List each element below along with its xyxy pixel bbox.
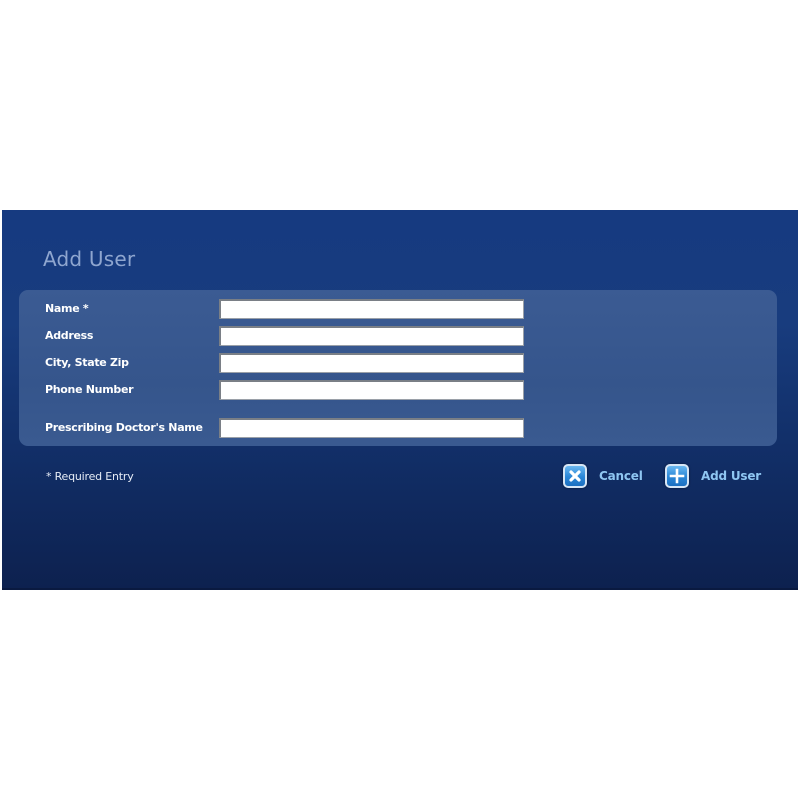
close-icon[interactable] bbox=[563, 464, 587, 488]
required-entry-note: * Required Entry bbox=[46, 470, 134, 483]
phone-number-label: Phone Number bbox=[45, 383, 134, 396]
prescribing-doctor-label: Prescribing Doctor's Name bbox=[45, 421, 203, 434]
add-user-label[interactable]: Add User bbox=[701, 469, 761, 483]
plus-icon[interactable] bbox=[665, 464, 689, 488]
name-label: Name * bbox=[45, 302, 89, 315]
cancel-label[interactable]: Cancel bbox=[599, 469, 643, 483]
phone-number-input[interactable] bbox=[219, 380, 524, 400]
user-form: Name * Address City, State Zip Phone Num… bbox=[19, 290, 777, 446]
prescribing-doctor-input[interactable] bbox=[219, 418, 524, 438]
name-input[interactable] bbox=[219, 299, 524, 319]
add-user-button[interactable]: Add User bbox=[665, 462, 761, 490]
form-row-prescribing-doctor: Prescribing Doctor's Name bbox=[19, 418, 777, 440]
form-row-phone-number: Phone Number bbox=[19, 380, 777, 402]
form-row-address: Address bbox=[19, 326, 777, 348]
dialog-title: Add User bbox=[43, 247, 136, 271]
cancel-button[interactable]: Cancel bbox=[563, 462, 643, 490]
form-row-name: Name * bbox=[19, 299, 777, 321]
address-input[interactable] bbox=[219, 326, 524, 346]
address-label: Address bbox=[45, 329, 94, 342]
form-row-city-state-zip: City, State Zip bbox=[19, 353, 777, 375]
city-state-zip-label: City, State Zip bbox=[45, 356, 129, 369]
city-state-zip-input[interactable] bbox=[219, 353, 524, 373]
add-user-dialog: Add User Name * Address City, State Zip … bbox=[2, 210, 798, 590]
